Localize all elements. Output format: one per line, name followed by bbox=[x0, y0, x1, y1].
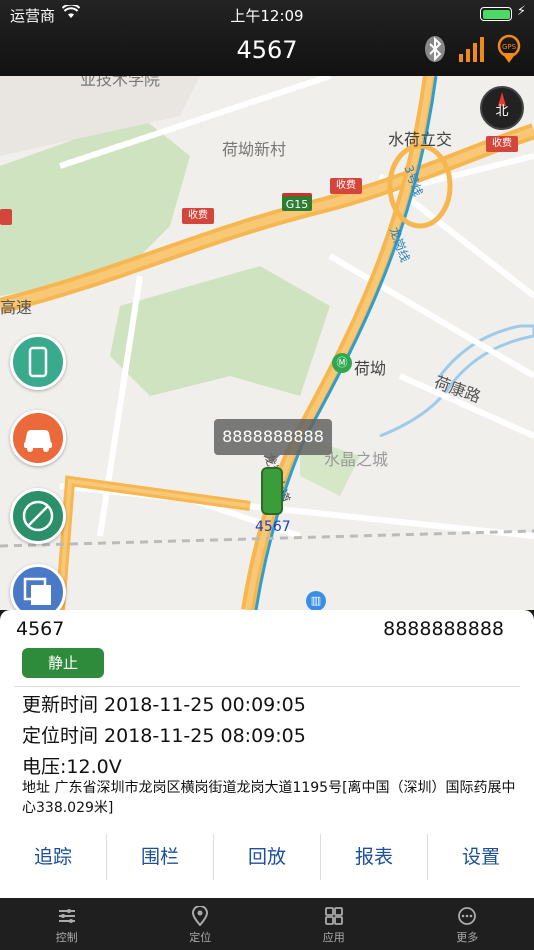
divider bbox=[14, 686, 520, 687]
clock: 上午12:09 bbox=[230, 7, 304, 25]
map-label-heao-village: 荷坳新村 bbox=[222, 140, 287, 159]
vehicle-marker-label: 4567 bbox=[255, 519, 291, 535]
charging-icon: ⚡ bbox=[516, 4, 526, 19]
address: 地址 广东省深圳市龙岗区横岗街道龙岗大道1195号[离中国（深圳）国际药展中心3… bbox=[22, 780, 516, 816]
tab-location[interactable]: 定位 bbox=[134, 898, 268, 950]
car-icon bbox=[24, 430, 52, 452]
toll-marker: 收费 bbox=[182, 208, 214, 224]
vehicle-marker[interactable] bbox=[261, 467, 283, 515]
map-label-school: 业技术学院 bbox=[80, 76, 161, 89]
device-button[interactable] bbox=[10, 334, 66, 390]
page-title: 4567 bbox=[236, 36, 298, 64]
map-label-crystal-city: 水晶之城 bbox=[324, 450, 389, 469]
track-button[interactable]: 追踪 bbox=[0, 834, 106, 880]
playback-button[interactable]: 回放 bbox=[213, 834, 320, 880]
tab-label: 应用 bbox=[322, 931, 345, 944]
tab-label: 定位 bbox=[189, 931, 212, 944]
toll-marker: 收费 bbox=[330, 178, 362, 194]
report-button[interactable]: 报表 bbox=[320, 834, 427, 880]
map-label-heao-station: 荷坳 bbox=[354, 359, 387, 378]
device-tooltip: 8888888888 bbox=[214, 419, 332, 463]
compass-button[interactable]: 北 bbox=[480, 86, 524, 130]
g15-shield: G15 bbox=[282, 193, 312, 211]
toll-marker bbox=[0, 209, 12, 225]
voltage: 电压:12.0V bbox=[22, 756, 122, 778]
compass-north-label: 北 bbox=[495, 104, 509, 119]
map-view[interactable]: 业技术学院 荷坳新村 水荷立交 高速 荷坳 荷康路 水晶之城 3号线 龙岗线 龙… bbox=[0, 76, 534, 610]
status-badge: 静止 bbox=[22, 648, 104, 678]
no-signal-button[interactable] bbox=[10, 488, 66, 544]
sliders-icon bbox=[58, 909, 75, 923]
fence-button[interactable]: 围栏 bbox=[106, 834, 213, 880]
tab-bar: 控制 定位 应用 更多 bbox=[0, 898, 534, 950]
tab-label: 控制 bbox=[55, 931, 78, 944]
svg-text:GPS: GPS bbox=[502, 43, 517, 51]
phone-icon bbox=[28, 346, 48, 378]
tab-apps[interactable]: 应用 bbox=[267, 898, 401, 950]
layers-button[interactable] bbox=[10, 564, 66, 610]
battery-icon bbox=[480, 7, 512, 21]
update-time: 更新时间 2018-11-25 00:09:05 bbox=[22, 694, 306, 716]
grid-icon bbox=[324, 907, 343, 925]
device-name: 4567 bbox=[16, 618, 65, 640]
settings-button[interactable]: 设置 bbox=[427, 834, 534, 880]
location-pin-icon bbox=[192, 906, 209, 926]
status-bar: 运营商 上午12:09 ⚡ bbox=[0, 0, 534, 28]
more-icon bbox=[458, 907, 477, 925]
layers-icon bbox=[23, 577, 51, 605]
bluetooth-icon[interactable] bbox=[420, 34, 450, 64]
tab-control[interactable]: 控制 bbox=[0, 898, 134, 950]
action-bar: 追踪 围栏 回放 报表 设置 bbox=[0, 834, 534, 880]
vehicle-button[interactable] bbox=[10, 410, 66, 466]
top-bar: 运营商 上午12:09 ⚡ 4567 GPS bbox=[0, 0, 534, 76]
map-label-highway: 高速 bbox=[0, 298, 33, 317]
map-label-shuihe-interchange: 水荷立交 bbox=[388, 130, 453, 149]
poi-icon: ▥ bbox=[306, 591, 326, 610]
tab-label: 更多 bbox=[456, 931, 479, 944]
gps-icon: GPS bbox=[497, 34, 521, 63]
signal-strength-icon bbox=[459, 37, 484, 62]
metro-icon: Ⓜ bbox=[332, 353, 352, 373]
locate-time: 定位时间 2018-11-25 08:09:05 bbox=[22, 725, 306, 747]
disabled-icon bbox=[22, 500, 54, 532]
device-header: 4567 8888888888 bbox=[16, 618, 504, 640]
toll-marker: 收费 bbox=[486, 136, 518, 152]
device-id: 8888888888 bbox=[383, 618, 504, 640]
device-info-panel: 4567 8888888888 静止 更新时间 2018-11-25 00:09… bbox=[0, 610, 534, 898]
tab-more[interactable]: 更多 bbox=[401, 898, 534, 950]
